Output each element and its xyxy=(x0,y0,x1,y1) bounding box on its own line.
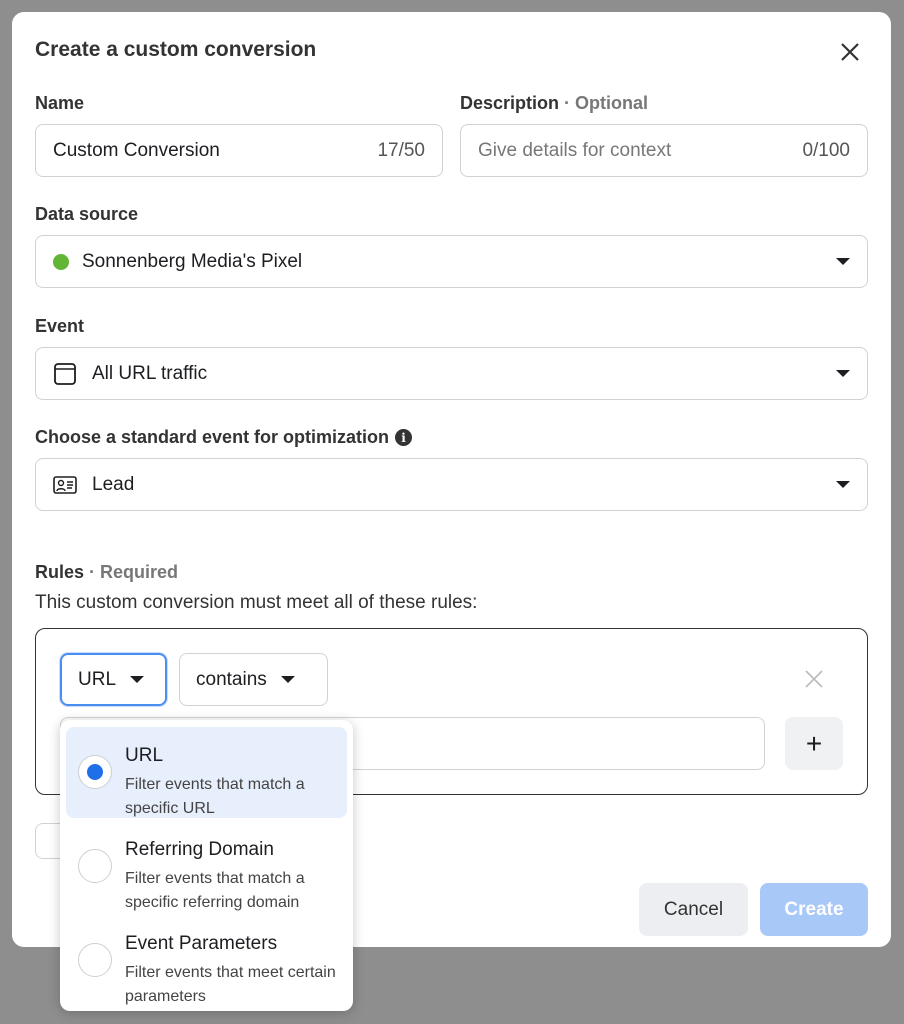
rule-field-value: URL xyxy=(78,668,117,690)
option-title: URL xyxy=(125,745,164,766)
name-value: Custom Conversion xyxy=(53,139,220,161)
description-label: Description · Optional xyxy=(460,93,648,114)
caret-down-icon xyxy=(836,370,850,377)
name-char-count: 17/50 xyxy=(377,139,425,161)
dropdown-option-referring-domain[interactable]: Referring Domain Filter events that matc… xyxy=(66,821,347,912)
standard-event-value: Lead xyxy=(92,473,135,495)
create-button[interactable]: Create xyxy=(760,883,868,936)
event-label: Event xyxy=(35,316,85,336)
plus-icon: + xyxy=(805,727,823,759)
event-select[interactable]: All URL traffic xyxy=(35,347,868,400)
browser-window-icon xyxy=(53,362,77,386)
caret-down-icon xyxy=(836,258,850,265)
dropdown-option-url[interactable]: URL Filter events that match a specific … xyxy=(66,727,347,818)
rules-label-text: Rules xyxy=(35,562,85,582)
close-icon[interactable] xyxy=(838,40,862,64)
option-title: Referring Domain xyxy=(125,839,274,860)
rule-field-dropdown: URL Filter events that match a specific … xyxy=(60,720,353,1011)
caret-down-icon xyxy=(280,676,295,683)
add-rule-button[interactable]: + xyxy=(785,717,843,770)
dropdown-option-event-parameters[interactable]: Event Parameters Filter events that meet… xyxy=(66,915,347,1006)
option-description: Filter events that match a specific refe… xyxy=(125,870,305,911)
option-title: Event Parameters xyxy=(125,933,278,954)
data-source-value: Sonnenberg Media's Pixel xyxy=(82,250,303,272)
standard-event-label-text: Choose a standard event for optimization xyxy=(35,427,390,447)
rules-label: Rules · Required xyxy=(35,562,178,583)
description-input[interactable]: Give details for context 0/100 xyxy=(460,124,868,177)
dialog-title: Create a custom conversion xyxy=(35,38,317,61)
radio-selected-icon[interactable] xyxy=(78,755,112,789)
info-icon[interactable]: i xyxy=(395,429,413,446)
data-source-label: Data source xyxy=(35,204,139,224)
description-label-text: Description xyxy=(460,93,560,113)
standard-event-label: Choose a standard event for optimization… xyxy=(35,427,413,448)
rules-subtitle: This custom conversion must meet all of … xyxy=(35,592,478,613)
rule-operator-value: contains xyxy=(196,668,267,690)
description-char-count: 0/100 xyxy=(802,139,850,161)
status-dot-icon xyxy=(53,253,69,270)
caret-down-icon xyxy=(836,481,850,488)
remove-rule-icon[interactable] xyxy=(804,669,824,689)
description-placeholder: Give details for context xyxy=(478,139,672,161)
caret-down-icon xyxy=(130,676,145,683)
option-description: Filter events that match a specific URL xyxy=(125,776,305,817)
optional-tag: · Optional xyxy=(564,93,649,113)
event-value: All URL traffic xyxy=(92,362,208,384)
data-source-select[interactable]: Sonnenberg Media's Pixel xyxy=(35,235,868,288)
radio-icon[interactable] xyxy=(78,943,112,977)
name-label: Name xyxy=(35,93,85,113)
contact-card-icon xyxy=(53,475,77,495)
rule-field-select[interactable]: URL xyxy=(60,653,167,706)
required-tag: · Required xyxy=(89,562,179,582)
option-description: Filter events that meet certain paramete… xyxy=(125,964,336,1005)
name-input[interactable]: Custom Conversion 17/50 xyxy=(35,124,443,177)
radio-icon[interactable] xyxy=(78,849,112,883)
standard-event-select[interactable]: Lead xyxy=(35,458,868,511)
rule-operator-select[interactable]: contains xyxy=(179,653,328,706)
cancel-button[interactable]: Cancel xyxy=(639,883,748,936)
